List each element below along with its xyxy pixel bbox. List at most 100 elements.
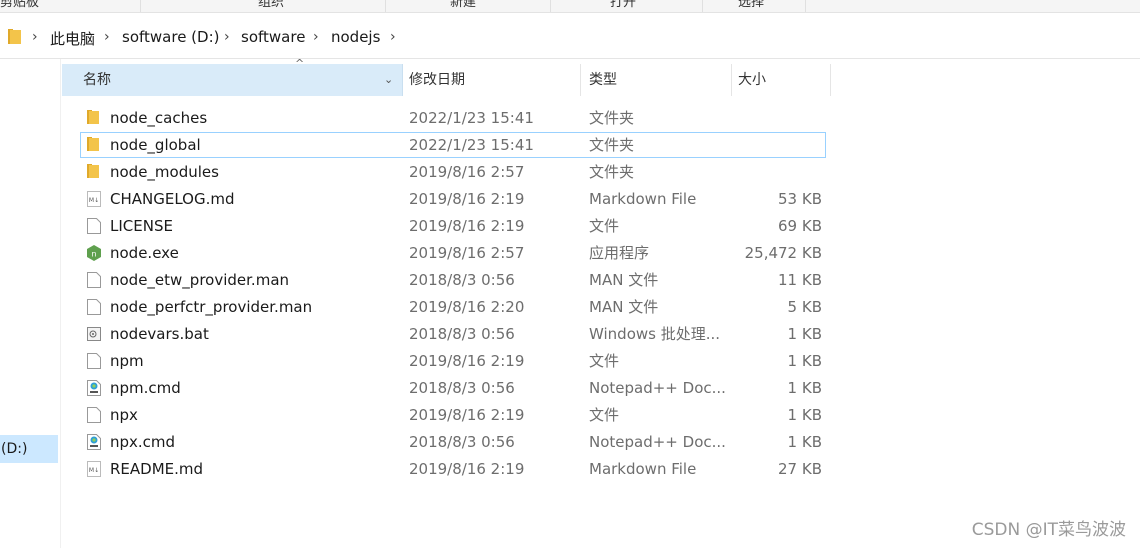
batch-file-icon xyxy=(87,327,101,341)
markdown-file-icon: M↓ xyxy=(87,461,101,477)
chevron-right-icon[interactable]: › xyxy=(104,29,110,45)
file-date: 2019/8/16 2:19 xyxy=(409,217,525,235)
file-row[interactable]: npm.cmd 2018/8/3 0:56 Notepad++ Doc... 1… xyxy=(80,375,826,401)
folder-icon xyxy=(8,29,21,44)
file-row[interactable]: npx.cmd 2018/8/3 0:56 Notepad++ Doc... 1… xyxy=(80,429,826,455)
ribbon-label-new: 新建 xyxy=(450,0,477,10)
chevron-right-icon[interactable]: › xyxy=(32,29,38,45)
folder-icon xyxy=(87,164,99,178)
file-size: 53 KB xyxy=(778,190,822,208)
breadcrumb-nodejs[interactable]: nodejs xyxy=(331,28,380,46)
chevron-right-icon[interactable]: › xyxy=(313,29,319,45)
file-row[interactable]: LICENSE 2019/8/16 2:19 文件 69 KB xyxy=(80,213,826,239)
svg-text:n: n xyxy=(91,250,96,259)
markdown-file-icon: M↓ xyxy=(87,191,101,207)
svg-text:M↓: M↓ xyxy=(89,467,99,474)
file-row[interactable]: M↓ README.md 2019/8/16 2:19 Markdown Fil… xyxy=(80,456,826,482)
file-size: 1 KB xyxy=(787,406,822,424)
file-name: node_perfctr_provider.man xyxy=(110,298,313,316)
file-row[interactable]: n node.exe 2019/8/16 2:57 应用程序 25,472 KB xyxy=(80,240,826,266)
file-name: node.exe xyxy=(110,244,179,262)
file-name: npm xyxy=(110,352,144,370)
column-header-size-label: 大小 xyxy=(738,72,766,88)
column-header-type-label: 类型 xyxy=(589,72,617,88)
file-type: MAN 文件 xyxy=(589,298,659,316)
file-row[interactable]: node_global 2022/1/23 15:41 文件夹 xyxy=(80,132,826,158)
breadcrumb-software[interactable]: software xyxy=(241,28,305,46)
breadcrumb-drive-d[interactable]: software (D:) xyxy=(122,28,220,46)
file-date: 2019/8/16 2:19 xyxy=(409,406,525,424)
ribbon-separator xyxy=(702,0,703,12)
address-bar[interactable]: › 此电脑 › software (D:) › software › nodej… xyxy=(0,16,1140,59)
file-size: 1 KB xyxy=(787,325,822,343)
column-header-size[interactable]: 大小 xyxy=(732,64,830,96)
file-icon xyxy=(87,353,101,369)
file-name: npm.cmd xyxy=(110,379,181,397)
file-icon xyxy=(87,218,101,234)
file-name: npx.cmd xyxy=(110,433,176,451)
file-type: Markdown File xyxy=(589,190,697,208)
file-type: Windows 批处理... xyxy=(589,325,721,343)
file-size: 1 KB xyxy=(787,433,822,451)
file-size: 5 KB xyxy=(787,298,822,316)
chevron-down-icon[interactable]: ⌄ xyxy=(384,64,393,96)
file-row[interactable]: npm 2019/8/16 2:19 文件 1 KB xyxy=(80,348,826,374)
file-row[interactable]: node_perfctr_provider.man 2019/8/16 2:20… xyxy=(80,294,826,320)
file-date: 2019/8/16 2:57 xyxy=(409,163,525,181)
file-date: 2022/1/23 15:41 xyxy=(409,136,534,154)
file-size: 69 KB xyxy=(778,217,822,235)
chevron-right-icon[interactable]: › xyxy=(390,29,396,45)
column-header-name[interactable]: 名称 ^ ⌄ xyxy=(62,57,403,96)
file-icon xyxy=(87,272,101,288)
ribbon-label-select: 选择 xyxy=(738,0,765,10)
file-date: 2018/8/3 0:56 xyxy=(409,271,515,289)
ribbon-separator xyxy=(140,0,141,12)
column-header-type[interactable]: 类型 xyxy=(581,64,731,96)
file-row[interactable]: node_modules 2019/8/16 2:57 文件夹 xyxy=(80,159,826,185)
file-date: 2018/8/3 0:56 xyxy=(409,325,515,343)
file-row[interactable]: nodevars.bat 2018/8/3 0:56 Windows 批处理..… xyxy=(80,321,826,347)
file-date: 2018/8/3 0:56 xyxy=(409,433,515,451)
file-name: node_global xyxy=(110,136,201,154)
file-type: 应用程序 xyxy=(589,244,650,262)
file-name: CHANGELOG.md xyxy=(110,190,235,208)
watermark: CSDN @IT菜鸟波波 xyxy=(971,520,1126,540)
folder-icon xyxy=(87,137,99,151)
file-row[interactable]: M↓ CHANGELOG.md 2019/8/16 2:19 Markdown … xyxy=(80,186,826,212)
file-size: 11 KB xyxy=(778,271,822,289)
ribbon-label-organize: 组织 xyxy=(258,0,285,10)
breadcrumb-this-pc[interactable]: 此电脑 xyxy=(50,28,95,49)
file-name: nodevars.bat xyxy=(110,325,209,343)
file-type: 文件 xyxy=(589,217,620,235)
ribbon-separator xyxy=(385,0,386,12)
file-date: 2019/8/16 2:57 xyxy=(409,244,525,262)
column-divider[interactable] xyxy=(830,64,831,96)
column-header-date[interactable]: 修改日期 xyxy=(403,64,580,96)
file-row[interactable]: node_etw_provider.man 2018/8/3 0:56 MAN … xyxy=(80,267,826,293)
file-date: 2019/8/16 2:20 xyxy=(409,298,525,316)
file-type: Markdown File xyxy=(589,460,697,478)
ribbon-group-labels: 剪贴板 组织 新建 打开 选择 xyxy=(0,0,1140,13)
column-header-name-label: 名称 xyxy=(83,72,111,88)
column-header-date-label: 修改日期 xyxy=(409,72,465,88)
navigation-pane[interactable]: (D:) xyxy=(0,59,61,548)
file-size: 1 KB xyxy=(787,352,822,370)
ribbon-separator xyxy=(550,0,551,12)
file-type: 文件 xyxy=(589,406,620,424)
notepadpp-file-icon xyxy=(87,380,101,396)
file-type: 文件夹 xyxy=(589,109,635,127)
file-size: 27 KB xyxy=(778,460,822,478)
ribbon-separator xyxy=(805,0,806,12)
chevron-right-icon[interactable]: › xyxy=(224,29,230,45)
file-size: 25,472 KB xyxy=(744,244,822,262)
file-name: LICENSE xyxy=(110,217,173,235)
nav-item-drive-d[interactable]: (D:) xyxy=(0,435,58,463)
file-date: 2019/8/16 2:19 xyxy=(409,190,525,208)
file-date: 2019/8/16 2:19 xyxy=(409,460,525,478)
file-row[interactable]: node_caches 2022/1/23 15:41 文件夹 xyxy=(80,105,826,131)
notepadpp-file-icon xyxy=(87,434,101,450)
file-row[interactable]: npx 2019/8/16 2:19 文件 1 KB xyxy=(80,402,826,428)
file-type: 文件夹 xyxy=(589,136,635,154)
ribbon-label-open: 打开 xyxy=(610,0,637,10)
file-size: 1 KB xyxy=(787,379,822,397)
